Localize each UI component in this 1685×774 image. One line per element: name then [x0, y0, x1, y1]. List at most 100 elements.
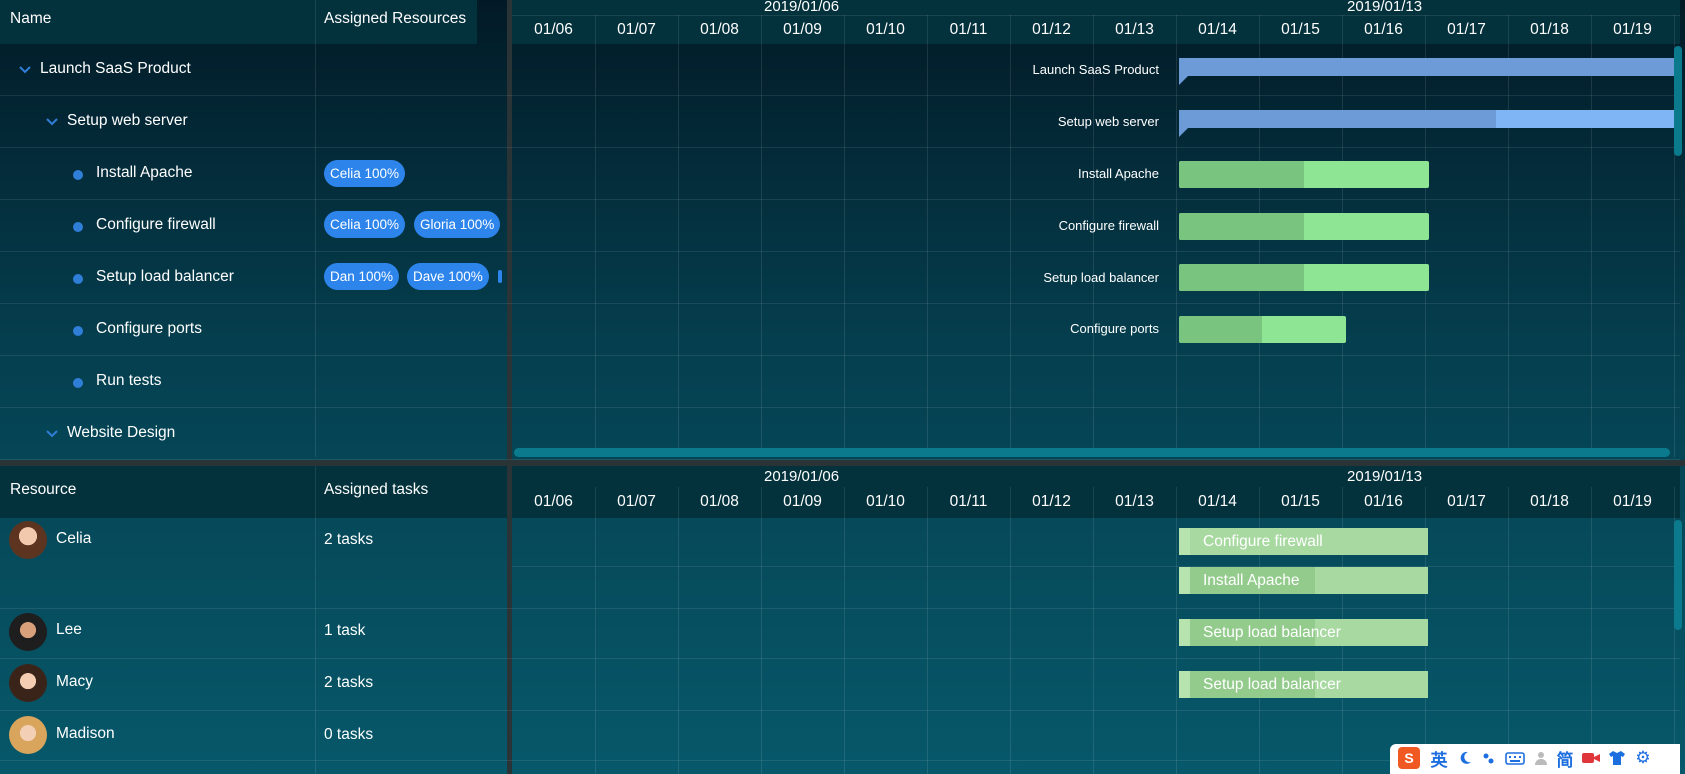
task-bar-install-apache[interactable] [1179, 161, 1429, 188]
task-name[interactable]: Install Apache [96, 164, 193, 182]
resource-pill-overflow [498, 270, 502, 283]
row-divider [512, 566, 1680, 567]
timeline-day-label: 01/07 [617, 21, 656, 38]
timeline-grid-line [1591, 487, 1592, 774]
summary-bar-launch-saas-product[interactable] [1179, 58, 1680, 76]
vertical-scrollbar[interactable] [1674, 46, 1682, 156]
chevron-down-icon[interactable] [18, 63, 32, 77]
task-name[interactable]: Setup web server [67, 112, 188, 130]
row-divider [0, 710, 1680, 711]
timeline-grid-line [595, 487, 596, 774]
task-name[interactable]: Configure firewall [96, 216, 216, 234]
summary-bar-setup-web-server[interactable] [1179, 110, 1680, 128]
bullet-dot-icon [73, 222, 83, 232]
bullet-dot-icon [73, 378, 83, 388]
summary-bar-end-cap [1179, 128, 1188, 137]
row-divider [0, 355, 1680, 356]
resource-task-bar[interactable]: Configure firewall [1179, 528, 1428, 555]
timeline-grid-line [678, 15, 679, 457]
resource-task-count: 0 tasks [324, 726, 374, 743]
gantt-bar-label: Setup web server [1057, 114, 1159, 129]
simplified-toggle[interactable]: 简 [1554, 747, 1576, 770]
punctuation-icon[interactable] [1478, 747, 1500, 769]
timeline-day-label: 01/16 [1364, 493, 1403, 510]
timeline-grid-line [1093, 15, 1094, 457]
timeline-day-label: 01/16 [1364, 21, 1403, 38]
chevron-down-icon[interactable] [45, 115, 59, 129]
task-bar-configure-ports[interactable] [1179, 316, 1346, 343]
timeline-day-label: 01/07 [617, 493, 656, 510]
timeline-day-label: 01/15 [1281, 493, 1320, 510]
timeline-day-label: 01/18 [1530, 493, 1569, 510]
timeline-week-label: 2019/01/06 [764, 0, 840, 15]
resource-name: Macy [56, 673, 94, 690]
grid-splitter[interactable] [507, 0, 512, 460]
timeline-day-label: 01/14 [1198, 21, 1237, 38]
ime-language-toggle[interactable]: 英 [1428, 747, 1450, 770]
task-name[interactable]: Configure ports [96, 320, 202, 338]
task-name[interactable]: Setup load balancer [96, 268, 234, 286]
task-name[interactable]: Website Design [67, 424, 175, 442]
video-icon[interactable] [1580, 747, 1602, 769]
timeline-day-label: 01/19 [1613, 21, 1652, 38]
column-header-name[interactable]: Name [10, 10, 51, 28]
task-bar-configure-firewall[interactable] [1179, 213, 1429, 240]
resource-task-bar[interactable]: Setup load balancer [1179, 671, 1428, 698]
resource-pill[interactable]: Celia 100% [324, 160, 406, 187]
avatar-icon [9, 664, 47, 702]
resource-pill[interactable]: Dave 100% [407, 263, 489, 290]
shirt-icon[interactable] [1606, 747, 1628, 769]
resource-name: Madison [56, 725, 115, 742]
gantt-bar-label: Configure ports [1070, 321, 1159, 336]
row-divider [0, 251, 1680, 252]
ime-toolbar[interactable]: S 英 简 ⚙ [1390, 744, 1680, 774]
task-bar-setup-load-balancer[interactable] [1179, 264, 1429, 291]
timeline-grid-line [1591, 15, 1592, 457]
avatar-icon [9, 716, 47, 754]
column-header-resource[interactable]: Resource [10, 481, 76, 499]
column-header-assigned-resources[interactable]: Assigned Resources [324, 10, 466, 28]
bullet-dot-icon [73, 170, 83, 180]
keyboard-icon[interactable] [1504, 747, 1526, 769]
timeline-grid-line [927, 487, 928, 774]
timeline-week-label: 2019/01/13 [1347, 0, 1423, 15]
timeline-grid-line [927, 15, 928, 457]
timeline-grid-line [844, 15, 845, 457]
horizontal-scrollbar[interactable] [514, 448, 1670, 457]
task-name[interactable]: Run tests [96, 372, 161, 390]
resource-name: Lee [56, 621, 82, 638]
resource-pill[interactable]: Gloria 100% [414, 211, 501, 238]
timeline-day-label: 01/12 [1032, 493, 1071, 510]
task-name[interactable]: Launch SaaS Product [40, 60, 191, 78]
sogou-logo-icon[interactable]: S [1398, 747, 1420, 769]
chevron-down-icon[interactable] [45, 427, 59, 441]
timeline-grid-line [844, 487, 845, 774]
resource-pill[interactable]: Celia 100% [324, 211, 406, 238]
gantt-bar-label: Configure firewall [1058, 218, 1159, 233]
row-divider [0, 199, 1680, 200]
vertical-scrollbar[interactable] [1674, 520, 1682, 630]
row-divider [0, 303, 1680, 304]
timeline-grid-line [1093, 487, 1094, 774]
bullet-dot-icon [73, 274, 83, 284]
resource-task-count: 2 tasks [324, 531, 374, 548]
moon-icon[interactable] [1454, 747, 1476, 769]
timeline-day-label: 01/10 [866, 21, 905, 38]
resource-task-bar[interactable]: Install Apache [1179, 567, 1428, 594]
column-header-assigned-tasks[interactable]: Assigned tasks [324, 481, 428, 499]
row-divider [0, 608, 1680, 609]
timeline-grid-line [761, 15, 762, 457]
gantt-bar-label: Setup load balancer [1043, 270, 1159, 285]
timeline-grid-line [1176, 487, 1177, 774]
timeline-day-label: 01/06 [534, 493, 573, 510]
resource-pill[interactable]: Dan 100% [324, 263, 400, 290]
bullet-dot-icon [73, 326, 83, 336]
user-icon[interactable] [1530, 747, 1552, 769]
gear-icon[interactable]: ⚙ [1632, 747, 1654, 769]
timeline-day-label: 01/17 [1447, 21, 1486, 38]
timeline-day-label: 01/10 [866, 493, 905, 510]
row-divider [0, 407, 1680, 408]
gantt-bar-label: Launch SaaS Product [1032, 62, 1159, 77]
timeline-day-label: 01/15 [1281, 21, 1320, 38]
resource-task-bar[interactable]: Setup load balancer [1179, 619, 1428, 646]
